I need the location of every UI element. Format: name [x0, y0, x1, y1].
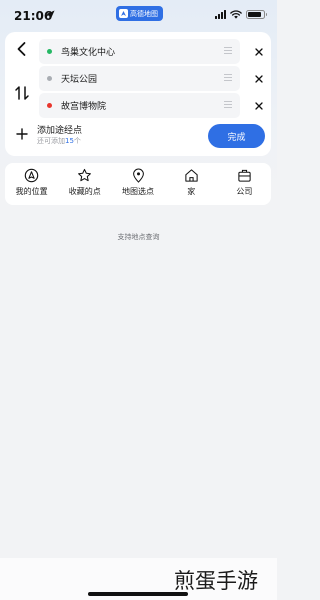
remove-stop-button[interactable] [250, 43, 267, 60]
search-hint: 支持地点查询 [117, 233, 160, 241]
stop-label: 天坛公园 [61, 75, 98, 85]
shortcut-my-location[interactable]: 我的位置 [5, 163, 58, 205]
watermark: 煎蛋手游 [174, 569, 258, 593]
navigation-icon [24, 168, 39, 183]
star-icon [78, 168, 92, 182]
home-indicator[interactable] [88, 592, 188, 596]
remove-stop-button[interactable] [250, 97, 267, 114]
stop-row-destination: 故宫博物院 [39, 93, 269, 119]
start-dot [47, 49, 52, 54]
stop-row-start: 鸟巢文化中心 [39, 39, 269, 65]
remaining-count: 15 [65, 137, 74, 145]
briefcase-icon [238, 169, 251, 182]
stop-field[interactable]: 故宫博物院 [39, 93, 240, 118]
status-icons [215, 10, 267, 19]
destination-dot [47, 103, 52, 108]
subtitle-prefix: 还可添加 [37, 137, 65, 145]
swap-icon[interactable] [14, 85, 30, 101]
cellular-signal-icon [215, 10, 226, 19]
location-arrow-icon [46, 10, 55, 19]
shortcut-home[interactable]: 家 [165, 163, 218, 205]
done-button[interactable]: 完成 [208, 124, 265, 148]
drag-handle-icon[interactable] [224, 47, 232, 55]
wifi-icon [230, 10, 242, 19]
map-pin-icon [132, 168, 144, 183]
route-planner-screen: 21:06 高德地图 鸟巢文化中心 天坛公园 故宫博物院 添加途经点 还可添加1… [0, 0, 277, 600]
stop-field[interactable]: 天坛公园 [39, 66, 240, 91]
plus-icon [16, 128, 28, 140]
close-icon [254, 74, 263, 83]
app-logo-icon [119, 9, 128, 18]
shortcut-favorites[interactable]: 收藏的点 [58, 163, 111, 205]
status-bar: 21:06 高德地图 [0, 0, 277, 30]
stop-row-waypoint: 天坛公园 [39, 66, 269, 92]
shortcut-map-pick[interactable]: 地图选点 [111, 163, 164, 205]
back-arrow-icon[interactable] [13, 40, 31, 58]
stop-list: 鸟巢文化中心 天坛公园 故宫博物院 [39, 39, 269, 120]
waypoint-dot [47, 76, 52, 81]
shortcut-label: 地图选点 [122, 187, 154, 196]
battery-icon [246, 10, 267, 19]
shortcut-label: 我的位置 [15, 187, 48, 196]
remove-stop-button[interactable] [250, 70, 267, 87]
add-waypoint-title: 添加途经点 [37, 126, 83, 136]
shortcut-bar: 我的位置 收藏的点 地图选点 家 公司 [5, 163, 271, 205]
shortcut-label: 收藏的点 [68, 187, 101, 196]
shortcut-label: 公司 [236, 187, 253, 196]
subtitle-suffix: 个 [73, 137, 81, 145]
stop-label: 鸟巢文化中心 [61, 48, 116, 58]
stop-label: 故宫博物院 [61, 102, 107, 112]
home-icon [185, 169, 198, 182]
shortcut-company[interactable]: 公司 [218, 163, 271, 205]
app-indicator[interactable]: 高德地图 [116, 6, 163, 21]
close-icon [254, 47, 263, 56]
drag-handle-icon[interactable] [224, 74, 232, 82]
close-icon [254, 101, 263, 110]
shortcut-label: 家 [187, 187, 196, 196]
add-waypoint-subtitle: 还可添加15个 [37, 136, 81, 146]
app-name: 高德地图 [130, 9, 158, 18]
drag-handle-icon[interactable] [224, 101, 232, 109]
route-card: 鸟巢文化中心 天坛公园 故宫博物院 添加途经点 还可添加15个 完成 [5, 32, 271, 156]
stop-field[interactable]: 鸟巢文化中心 [39, 39, 240, 64]
add-waypoint-row[interactable]: 添加途经点 还可添加15个 完成 [5, 118, 271, 154]
